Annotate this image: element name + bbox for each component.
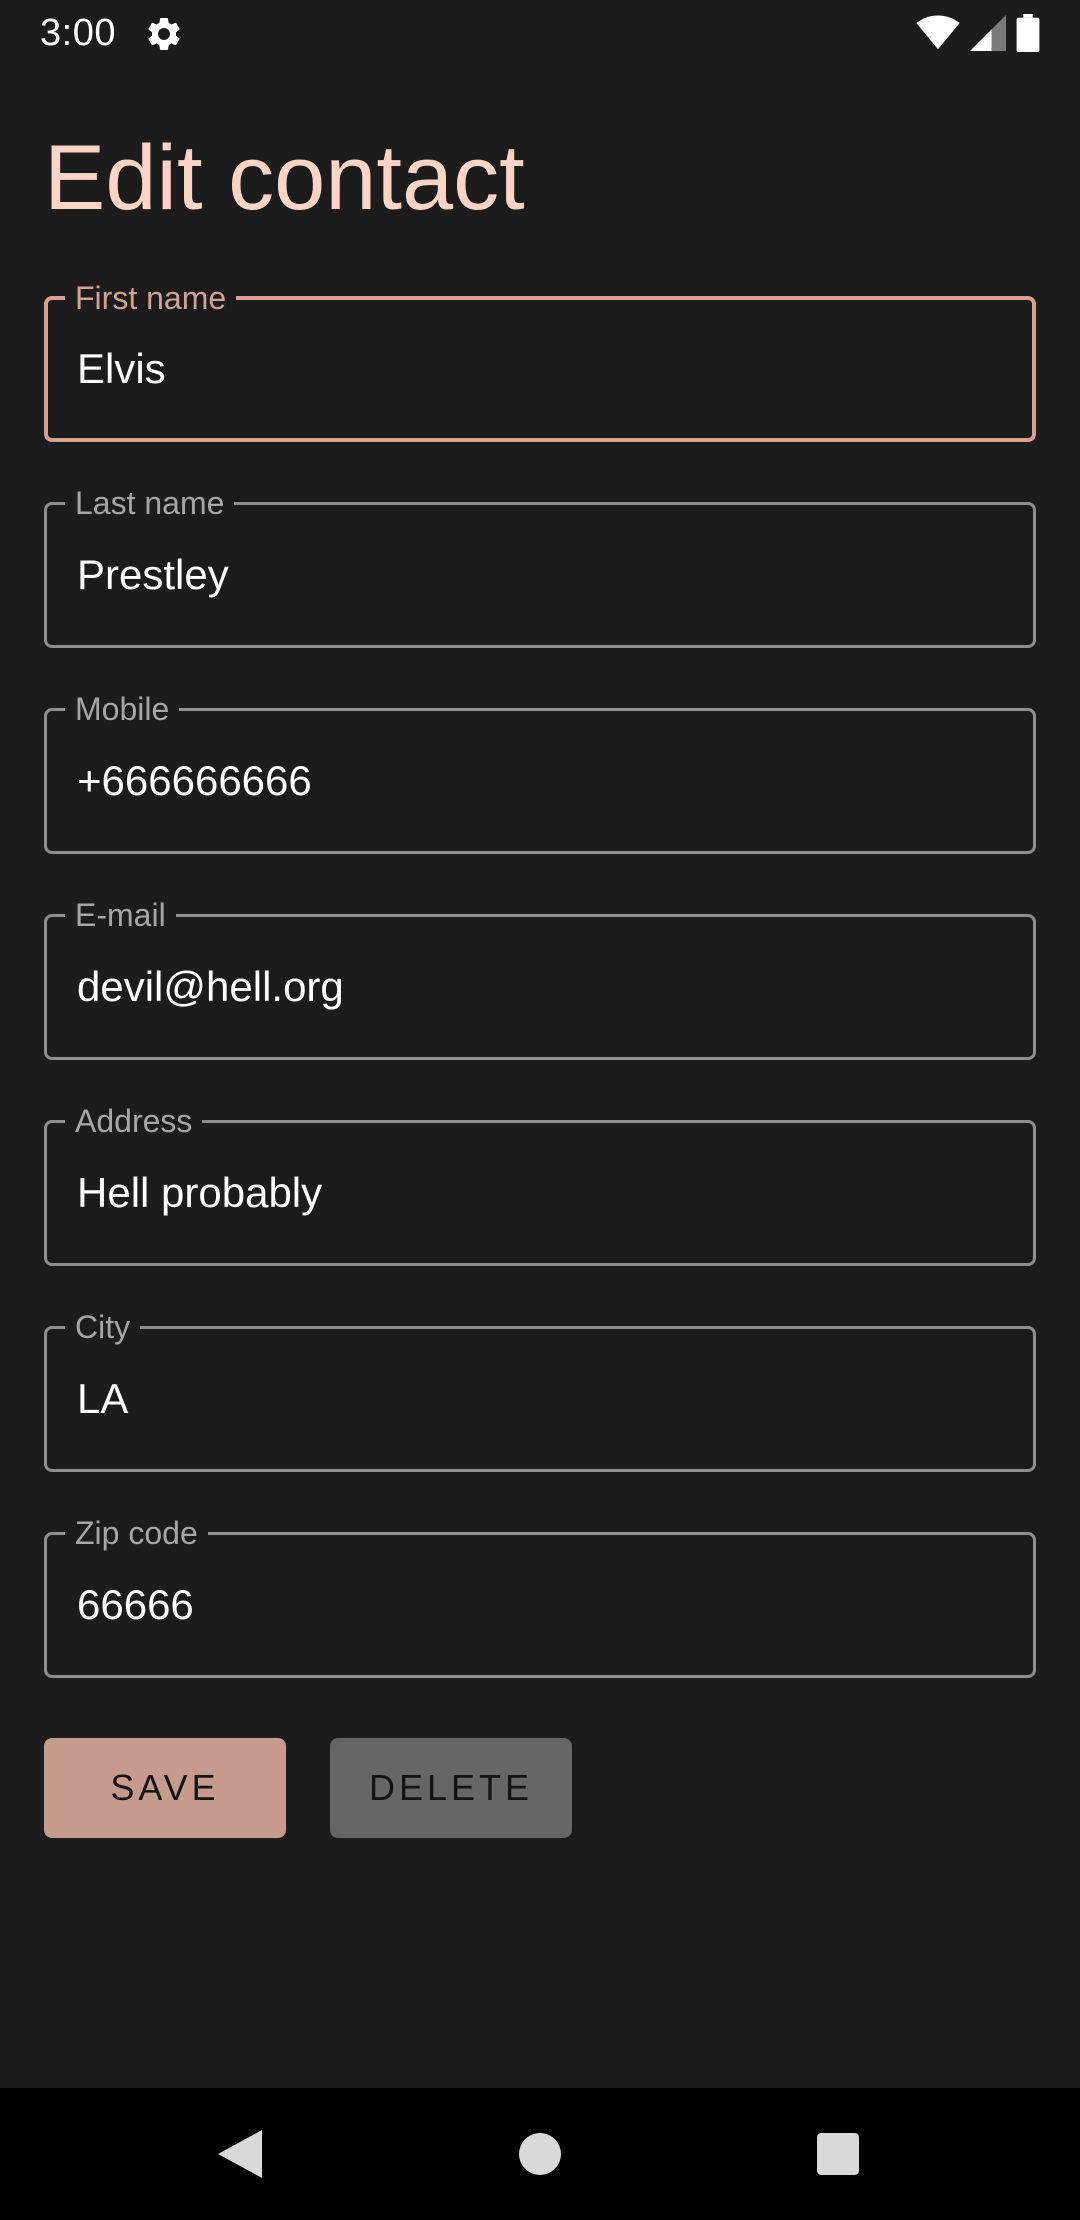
zip-code-field[interactable]: Zip code [44, 1516, 1036, 1678]
home-icon [519, 2133, 561, 2175]
address-label: Address [65, 1104, 203, 1138]
last-name-field[interactable]: Last name [44, 486, 1036, 648]
delete-button[interactable]: DELETE [330, 1738, 572, 1838]
email-label: E-mail [65, 898, 176, 932]
city-label: City [65, 1310, 141, 1344]
status-icons [916, 14, 1040, 52]
mobile-label: Mobile [65, 692, 180, 726]
first-name-input[interactable] [77, 341, 997, 397]
back-icon [218, 2130, 262, 2178]
email-input[interactable] [77, 959, 997, 1015]
first-name-label: First name [65, 281, 237, 315]
address-field[interactable]: Address [44, 1104, 1036, 1266]
city-field[interactable]: City [44, 1310, 1036, 1472]
recents-button[interactable] [800, 2116, 876, 2192]
signal-icon [970, 15, 1006, 51]
back-button[interactable] [202, 2116, 278, 2192]
first-name-field[interactable]: First name [44, 281, 1036, 442]
last-name-input[interactable] [77, 547, 997, 603]
page-title: Edit contact [44, 127, 525, 229]
address-input[interactable] [77, 1165, 997, 1221]
email-field[interactable]: E-mail [44, 898, 1036, 1060]
zip-code-label: Zip code [65, 1516, 208, 1550]
home-button[interactable] [502, 2116, 578, 2192]
gear-icon [148, 17, 180, 50]
city-input[interactable] [77, 1371, 997, 1427]
status-bar: 3:00 [0, 0, 1080, 66]
wifi-icon [916, 15, 960, 50]
navigation-bar [0, 2088, 1080, 2220]
last-name-label: Last name [65, 486, 235, 520]
status-time: 3:00 [40, 12, 116, 54]
mobile-field[interactable]: Mobile [44, 692, 1036, 854]
save-button[interactable]: SAVE [44, 1738, 286, 1838]
battery-icon [1016, 14, 1040, 52]
mobile-input[interactable] [77, 753, 997, 809]
recents-icon [817, 2133, 859, 2175]
zip-code-input[interactable] [77, 1577, 997, 1633]
